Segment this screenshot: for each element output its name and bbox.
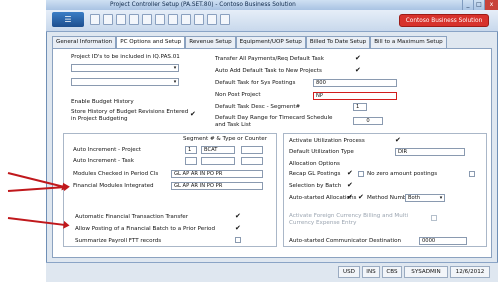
status-user: SYSADMIN: [404, 266, 448, 278]
save-icon[interactable]: [103, 14, 113, 25]
transfer-all-checkbox[interactable]: ✔: [355, 55, 361, 62]
method-number-value: Both: [408, 195, 421, 201]
lookup-icon[interactable]: [194, 14, 204, 25]
default-util-type-label: Default Utilization Type: [289, 149, 354, 155]
activate-utilization-label: Activate Utilization Process: [289, 138, 365, 144]
exit-icon[interactable]: [220, 14, 230, 25]
maximize-button[interactable]: □: [473, 0, 484, 10]
chevron-down-icon: ▾: [439, 195, 443, 201]
tab-revenue-setup[interactable]: Revenue Setup: [185, 36, 236, 48]
activate-foreign-label: Activate Foreign Currency Billing and Mu…: [289, 213, 409, 226]
non-post-project-label: Non Post Project: [215, 92, 261, 98]
summarize-payroll-label: Summarize Payroll FTT records: [75, 238, 162, 244]
tab-general-information[interactable]: General Information: [52, 36, 117, 48]
window-title: Project Controller Setup (PA.SET.80) - C…: [110, 2, 296, 8]
title-bar: Project Controller Setup (PA.SET.80) - C…: [46, 0, 498, 10]
auto-fin-transfer-checkbox[interactable]: ✔: [235, 213, 241, 220]
delete-icon[interactable]: [116, 14, 126, 25]
default-sys-postings-label: Default Task for Sys Postings: [215, 80, 296, 86]
auto-inc-project-counter[interactable]: [241, 146, 263, 154]
status-currency: USD: [338, 266, 360, 278]
tab-bill-to-a-maximum-setup[interactable]: Bill to a Maximum Setup: [370, 36, 447, 48]
no-zero-checkbox[interactable]: [358, 171, 364, 177]
project-ids-label: Project ID's to be included in IQ.PAS.01: [71, 54, 180, 60]
auto-add-default-checkbox[interactable]: ✔: [355, 67, 361, 74]
default-sys-postings-field[interactable]: 800: [313, 79, 397, 87]
activate-foreign-checkbox[interactable]: [431, 215, 437, 221]
auto-add-default-label: Auto Add Default Task to New Projects: [215, 68, 322, 74]
default-day-range-field[interactable]: 0: [353, 117, 383, 125]
last-record-icon[interactable]: [181, 14, 191, 25]
recap-gl-label: Recap GL Postings: [289, 171, 341, 177]
first-record-icon[interactable]: [142, 14, 152, 25]
default-util-type-field[interactable]: DIR: [395, 148, 465, 156]
auto-inc-project-type[interactable]: BCAT: [201, 146, 235, 154]
chevron-down-icon: ▾: [173, 65, 177, 71]
modules-checked-field[interactable]: GL AP AR IN PO PR: [171, 170, 263, 178]
selection-batch-label: Selection by Batch: [289, 183, 342, 189]
transfer-all-label: Transfer All Payments/Req Default Task: [215, 56, 324, 62]
modules-checked-label: Modules Checked in Period Cls: [73, 171, 159, 177]
help-icon[interactable]: [207, 14, 217, 25]
allocation-options-label: Allocation Options: [289, 161, 340, 167]
next-record-icon[interactable]: [168, 14, 178, 25]
method-number-select[interactable]: Both ▾: [405, 194, 445, 202]
toolbar: ☰ Contoso Business Solution: [46, 10, 498, 32]
auto-increment-project-label: Auto Increment - Project: [73, 147, 141, 153]
allow-posting-label: Allow Posting of a Financial Batch to a …: [75, 226, 216, 232]
auto-fin-transfer-label: Automatic Financial Transaction Transfer: [75, 214, 189, 220]
brand-badge: Contoso Business Solution: [399, 14, 489, 27]
auto-inc-task-segment[interactable]: [185, 157, 197, 165]
prev-record-icon[interactable]: [155, 14, 165, 25]
segment-header: Segment # & Type or Counter: [183, 136, 268, 142]
default-day-range-label: Default Day Range for Timecard Schedule …: [215, 115, 333, 128]
store-history-label: Store History of Budget Revisions Entere…: [71, 109, 189, 122]
project-ids-select-2[interactable]: ▾: [71, 78, 179, 86]
auto-inc-project-segment[interactable]: 1: [185, 146, 197, 154]
selection-batch-checkbox[interactable]: ✔: [347, 182, 353, 189]
window-controls: _ □ x: [462, 0, 498, 10]
financial-modules-field[interactable]: GL AP AR IN PO PR: [171, 182, 263, 190]
tab-equipment-uop-setup[interactable]: Equipment/UOP Setup: [235, 36, 306, 48]
allow-posting-checkbox[interactable]: ✔: [235, 225, 241, 232]
no-zero-checkbox-2[interactable]: [469, 171, 475, 177]
auto-increment-task-label: Auto Increment - Task: [73, 158, 134, 164]
auto-inc-task-counter[interactable]: [241, 157, 263, 165]
tab-billed-to-date-setup[interactable]: Billed To Date Setup: [305, 36, 371, 48]
status-date: 12/6/2012: [450, 266, 490, 278]
close-button[interactable]: x: [484, 0, 498, 10]
auto-comm-label: Auto-started Communicator Destination: [289, 238, 402, 244]
default-task-desc-field[interactable]: 1: [353, 103, 367, 111]
method-number-checkbox[interactable]: ✔: [358, 194, 364, 201]
store-history-checkbox[interactable]: ✔: [190, 111, 196, 118]
new-doc-icon[interactable]: [90, 14, 100, 25]
auto-inc-task-type[interactable]: [201, 157, 235, 165]
non-post-project-field[interactable]: NP: [313, 92, 397, 100]
app-menu-button[interactable]: ☰: [52, 12, 84, 27]
activate-utilization-checkbox[interactable]: ✔: [395, 137, 401, 144]
status-company: CBS: [382, 266, 402, 278]
summarize-payroll-checkbox[interactable]: [235, 237, 241, 243]
tab-strip: General Information PC Options and Setup…: [52, 36, 447, 49]
status-ins: INS: [362, 266, 380, 278]
financial-modules-label: Financial Modules Integrated: [73, 183, 154, 189]
no-zero-label: No zero amount postings: [367, 171, 438, 177]
minimize-button[interactable]: _: [462, 0, 473, 10]
auto-comm-field[interactable]: 0000: [419, 237, 467, 245]
status-bar: USD INS CBS SYSADMIN 12/6/2012: [46, 262, 498, 282]
project-ids-select-1[interactable]: ▾: [71, 64, 179, 72]
enable-budget-history-label: Enable Budget History: [71, 99, 134, 105]
recap-gl-checkbox[interactable]: ✔: [347, 170, 353, 177]
default-task-desc-label: Default Task Desc - Segment#: [215, 104, 301, 110]
print-icon[interactable]: [129, 14, 139, 25]
chevron-down-icon: ▾: [173, 79, 177, 85]
auto-alloc-checkbox[interactable]: ✔: [347, 194, 353, 201]
tab-panel: Project ID's to be included in IQ.PAS.01…: [52, 48, 492, 258]
